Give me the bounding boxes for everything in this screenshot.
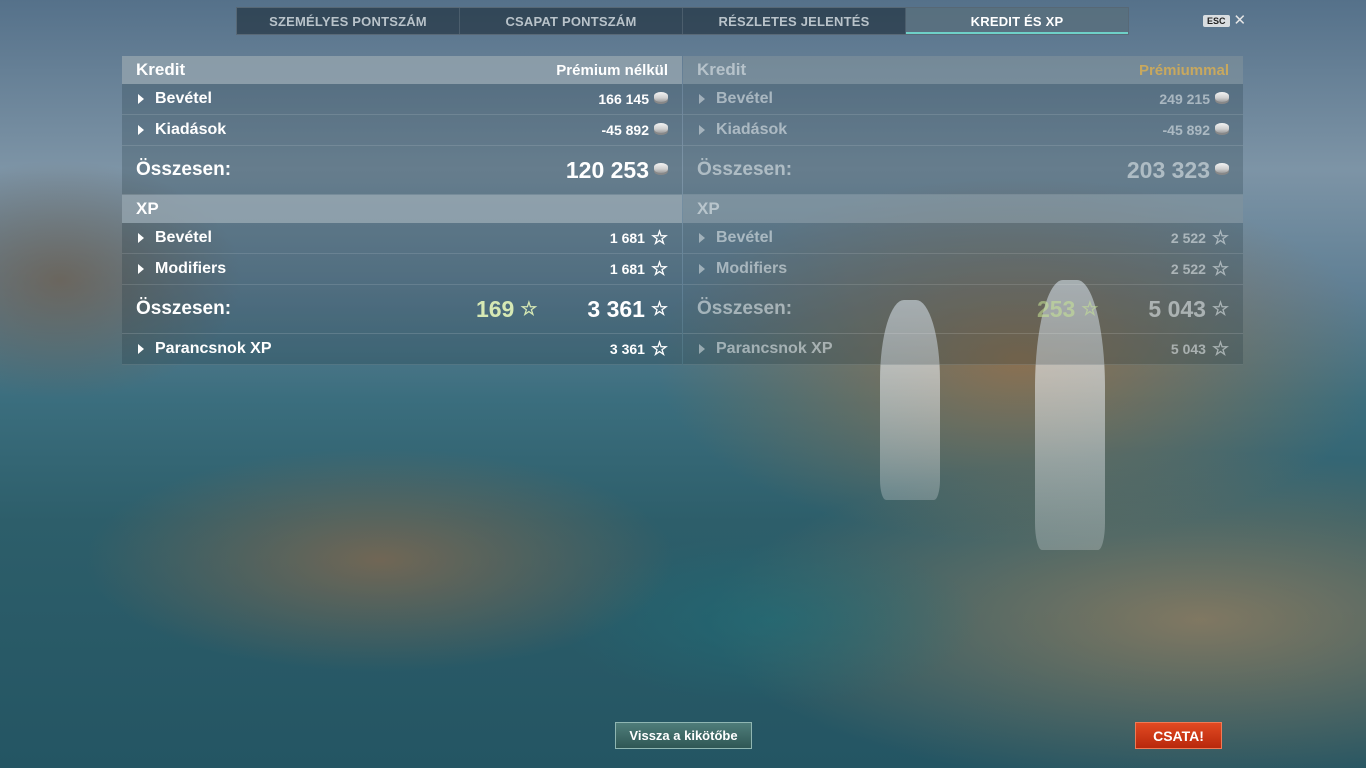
row-label: Bevétel bbox=[155, 90, 212, 107]
xp-row-modifiers[interactable]: Modifiers 2 522 ☆ bbox=[683, 254, 1243, 285]
xp-star-icon: ☆ bbox=[650, 298, 668, 320]
tab-bar: SZEMÉLYES PONTSZÁM CSAPAT PONTSZÁM RÉSZL… bbox=[236, 7, 1129, 35]
credit-total-value: 203 323 bbox=[1126, 156, 1210, 183]
expand-arrow-icon[interactable] bbox=[138, 94, 144, 104]
expand-arrow-icon[interactable] bbox=[699, 264, 705, 274]
credit-header: Kredit Prémiummal bbox=[683, 56, 1243, 84]
row-value: 2 522 bbox=[1170, 230, 1206, 246]
xp-total-value: 3 361 bbox=[587, 295, 645, 322]
credit-row-expenses[interactable]: Kiadások -45 892 bbox=[122, 115, 682, 146]
row-label: Bevétel bbox=[155, 229, 212, 246]
row-value: 1 681 bbox=[609, 261, 645, 277]
expand-arrow-icon[interactable] bbox=[138, 264, 144, 274]
row-label: Kiadások bbox=[155, 121, 227, 138]
xp-star-icon: ☆ bbox=[650, 258, 668, 280]
panel-without-premium: Kredit Prémium nélkül Bevétel 166 145 Ki… bbox=[122, 56, 682, 365]
tab-personal-score[interactable]: SZEMÉLYES PONTSZÁM bbox=[237, 8, 460, 34]
total-label: Összesen: bbox=[136, 159, 232, 180]
row-value: 3 361 bbox=[609, 341, 645, 357]
expand-arrow-icon[interactable] bbox=[699, 233, 705, 243]
expand-arrow-icon[interactable] bbox=[138, 125, 144, 135]
row-value: 2 522 bbox=[1170, 261, 1206, 277]
row-value: 249 215 bbox=[1159, 91, 1210, 107]
xp-star-icon: ☆ bbox=[1211, 298, 1229, 320]
xp-star-icon: ☆ bbox=[1211, 227, 1229, 249]
xp-title: XP bbox=[136, 199, 159, 218]
xp-star-icon: ☆ bbox=[1211, 338, 1229, 360]
xp-bonus-value: 169 bbox=[475, 295, 515, 322]
credit-row-income[interactable]: Bevétel 166 145 bbox=[122, 84, 682, 115]
row-value: 166 145 bbox=[598, 91, 649, 107]
xp-star-icon: ☆ bbox=[1081, 298, 1099, 320]
credit-title: Kredit bbox=[697, 60, 747, 79]
credit-header: Kredit Prémium nélkül bbox=[122, 56, 682, 84]
total-label: Összesen: bbox=[697, 159, 793, 180]
xp-row-income[interactable]: Bevétel 1 681 ☆ bbox=[122, 223, 682, 254]
row-label: Modifiers bbox=[155, 260, 227, 277]
xp-total-row: Összesen: 169 ☆ 3 361 ☆ bbox=[122, 285, 682, 334]
credit-title: Kredit bbox=[136, 60, 186, 79]
credit-total-row: Összesen: 203 323 bbox=[683, 146, 1243, 195]
xp-total-row: Összesen: 253 ☆ 5 043 ☆ bbox=[683, 285, 1243, 334]
credit-total-row: Összesen: 120 253 bbox=[122, 146, 682, 195]
xp-header: XP bbox=[683, 195, 1243, 223]
credit-coin-icon bbox=[654, 123, 668, 133]
row-value: -45 892 bbox=[1162, 122, 1210, 138]
premium-status-label: Prémiummal bbox=[1138, 61, 1229, 79]
xp-bonus: 253 ☆ bbox=[1037, 296, 1098, 323]
xp-bonus: 169 ☆ bbox=[476, 296, 537, 323]
close-button[interactable]: ESC ✕ bbox=[1203, 13, 1246, 28]
close-icon[interactable]: ✕ bbox=[1234, 13, 1247, 28]
xp-total-value: 5 043 bbox=[1148, 295, 1206, 322]
credit-coin-icon bbox=[1215, 92, 1229, 102]
expand-arrow-icon[interactable] bbox=[699, 125, 705, 135]
expand-arrow-icon[interactable] bbox=[138, 233, 144, 243]
back-to-port-button[interactable]: Vissza a kikötőbe bbox=[615, 722, 752, 749]
row-label: Kiadások bbox=[716, 121, 788, 138]
expand-arrow-icon[interactable] bbox=[699, 344, 705, 354]
tab-team-score[interactable]: CSAPAT PONTSZÁM bbox=[460, 8, 683, 34]
commander-xp-row[interactable]: Parancsnok XP 3 361 ☆ bbox=[122, 334, 682, 365]
xp-star-icon: ☆ bbox=[520, 298, 538, 320]
xp-row-modifiers[interactable]: Modifiers 1 681 ☆ bbox=[122, 254, 682, 285]
tab-detailed-report[interactable]: RÉSZLETES JELENTÉS bbox=[683, 8, 906, 34]
credit-coin-icon bbox=[654, 163, 668, 173]
credit-row-income[interactable]: Bevétel 249 215 bbox=[683, 84, 1243, 115]
xp-header: XP bbox=[122, 195, 682, 223]
row-value: 5 043 bbox=[1170, 341, 1206, 357]
tab-credits-xp[interactable]: KREDIT ÉS XP bbox=[906, 8, 1128, 34]
credit-coin-icon bbox=[654, 92, 668, 102]
row-value: 1 681 bbox=[609, 230, 645, 246]
commander-xp-row[interactable]: Parancsnok XP 5 043 ☆ bbox=[683, 334, 1243, 365]
credit-coin-icon bbox=[1215, 123, 1229, 133]
row-value: -45 892 bbox=[601, 122, 649, 138]
row-label: Bevétel bbox=[716, 229, 773, 246]
battle-button[interactable]: CSATA! bbox=[1135, 722, 1222, 749]
row-label: Bevétel bbox=[716, 90, 773, 107]
total-label: Összesen: bbox=[136, 298, 232, 319]
xp-star-icon: ☆ bbox=[1211, 258, 1229, 280]
credit-total-value: 120 253 bbox=[565, 156, 649, 183]
panel-with-premium: Kredit Prémiummal Bevétel 249 215 Kiadás… bbox=[683, 56, 1243, 365]
xp-title: XP bbox=[697, 199, 720, 218]
expand-arrow-icon[interactable] bbox=[699, 94, 705, 104]
premium-status-label: Prémium nélkül bbox=[556, 61, 668, 79]
xp-star-icon: ☆ bbox=[650, 227, 668, 249]
row-label: Parancsnok XP bbox=[716, 340, 833, 357]
xp-row-income[interactable]: Bevétel 2 522 ☆ bbox=[683, 223, 1243, 254]
esc-key-label: ESC bbox=[1203, 14, 1230, 27]
credit-coin-icon bbox=[1215, 163, 1229, 173]
xp-bonus-value: 253 bbox=[1036, 295, 1076, 322]
xp-star-icon: ☆ bbox=[650, 338, 668, 360]
row-label: Parancsnok XP bbox=[155, 340, 272, 357]
expand-arrow-icon[interactable] bbox=[138, 344, 144, 354]
total-label: Összesen: bbox=[697, 298, 793, 319]
credit-row-expenses[interactable]: Kiadások -45 892 bbox=[683, 115, 1243, 146]
row-label: Modifiers bbox=[716, 260, 788, 277]
